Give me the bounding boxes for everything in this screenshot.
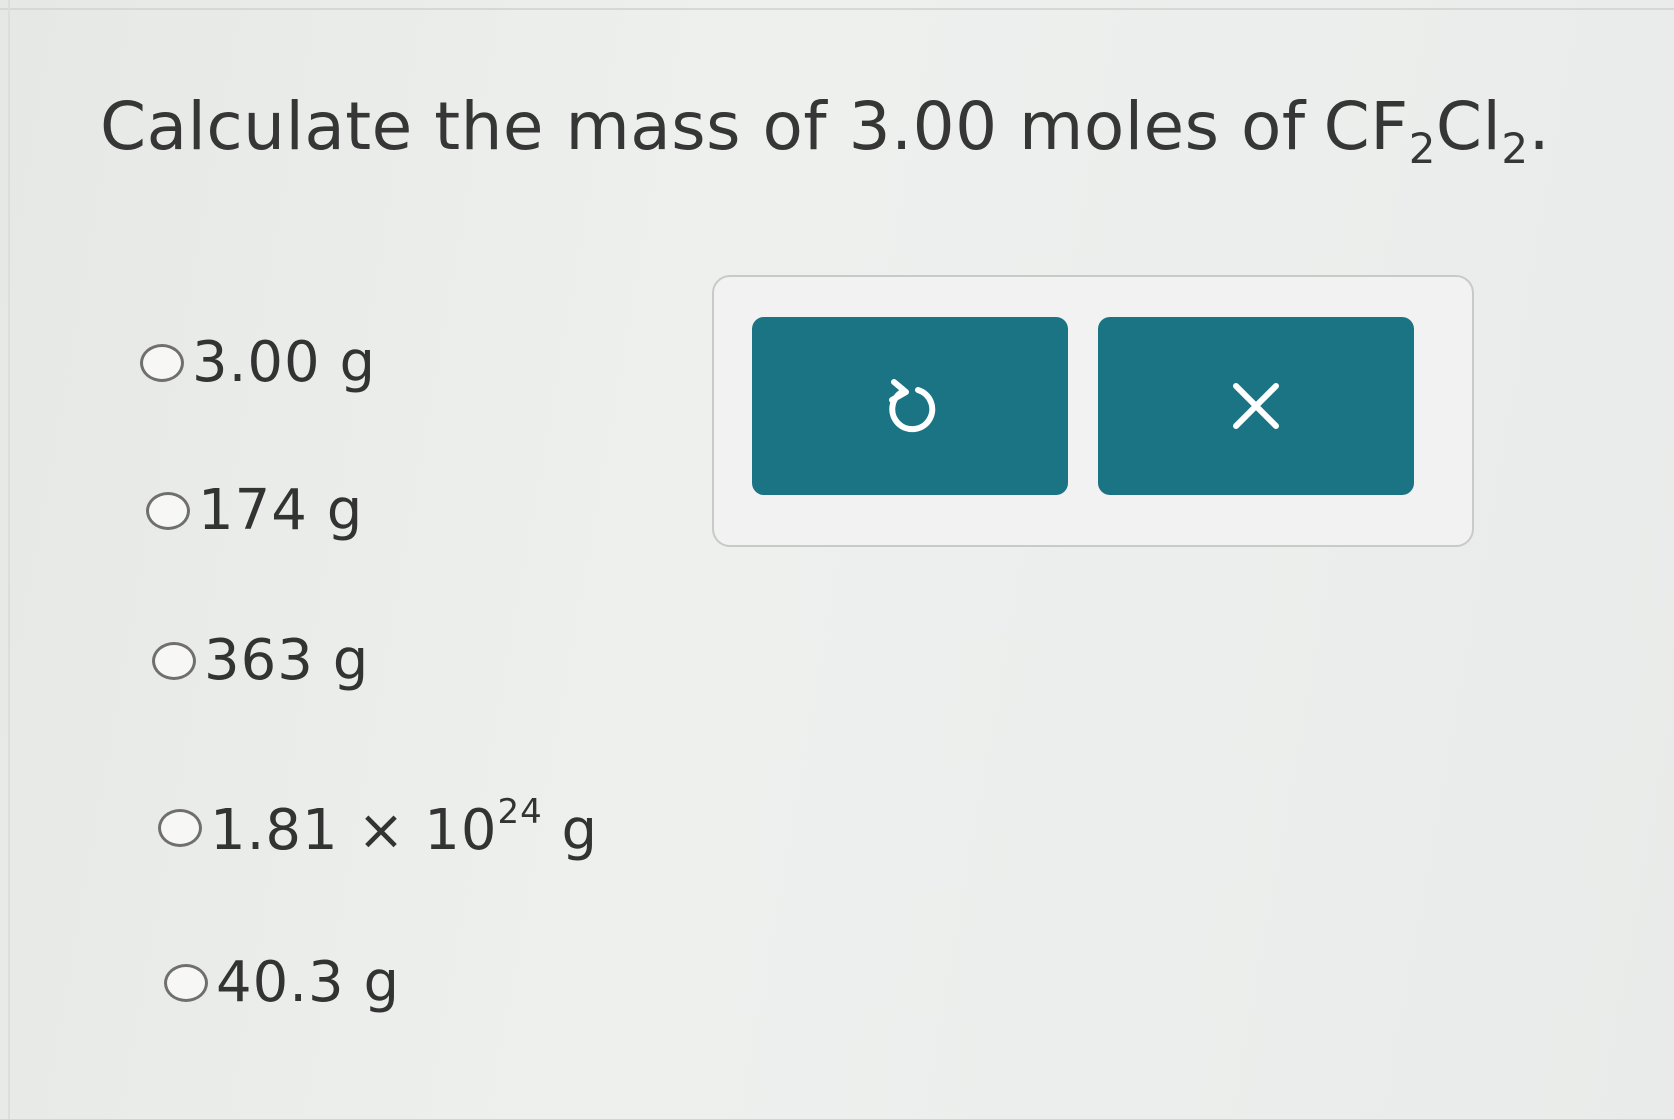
answer-toolbar bbox=[712, 275, 1474, 547]
chemical-formula: CF2Cl2. bbox=[1323, 88, 1551, 173]
formula-period: . bbox=[1528, 88, 1551, 165]
choice-label: 363 g bbox=[204, 628, 370, 693]
radio-button[interactable] bbox=[164, 963, 208, 1002]
choice-363-g[interactable]: 363 g bbox=[152, 628, 369, 693]
close-icon bbox=[1226, 376, 1286, 436]
choice-label-unit: g bbox=[542, 798, 599, 863]
clear-button[interactable] bbox=[1098, 317, 1414, 495]
left-divider bbox=[8, 0, 10, 1119]
choice-3-00-g[interactable]: 3.00 g bbox=[140, 330, 376, 395]
choice-40-3-g[interactable]: 40.3 g bbox=[164, 950, 400, 1015]
choice-label: 174 g bbox=[198, 478, 364, 543]
radio-button[interactable] bbox=[158, 808, 202, 847]
choice-label-exponent: 24 bbox=[497, 792, 543, 832]
radio-button[interactable] bbox=[140, 343, 184, 382]
formula-subscript-2: 2 bbox=[1501, 124, 1529, 173]
choice-label: 40.3 g bbox=[216, 950, 401, 1015]
choice-label: 1.81 × 1024 g bbox=[210, 792, 598, 863]
question-text: Calculate the mass of 3.00 moles of CF2Cl… bbox=[100, 88, 1550, 173]
formula-part-cf: CF bbox=[1323, 88, 1409, 165]
top-divider bbox=[0, 8, 1674, 10]
choice-174-g[interactable]: 174 g bbox=[146, 478, 363, 543]
reset-button[interactable] bbox=[752, 317, 1068, 495]
choice-label: 3.00 g bbox=[192, 330, 377, 395]
undo-icon bbox=[880, 376, 940, 436]
formula-part-cl: Cl bbox=[1435, 88, 1502, 165]
choice-1-81e24-g[interactable]: 1.81 × 1024 g bbox=[158, 792, 598, 863]
radio-button[interactable] bbox=[152, 641, 196, 680]
choice-label-base: 1.81 × 10 bbox=[210, 798, 498, 863]
question-page: Calculate the mass of 3.00 moles of CF2Cl… bbox=[0, 0, 1674, 1119]
question-prefix: Calculate the mass of 3.00 moles of bbox=[100, 88, 1306, 165]
radio-button[interactable] bbox=[146, 491, 190, 530]
formula-subscript-1: 2 bbox=[1408, 124, 1436, 173]
